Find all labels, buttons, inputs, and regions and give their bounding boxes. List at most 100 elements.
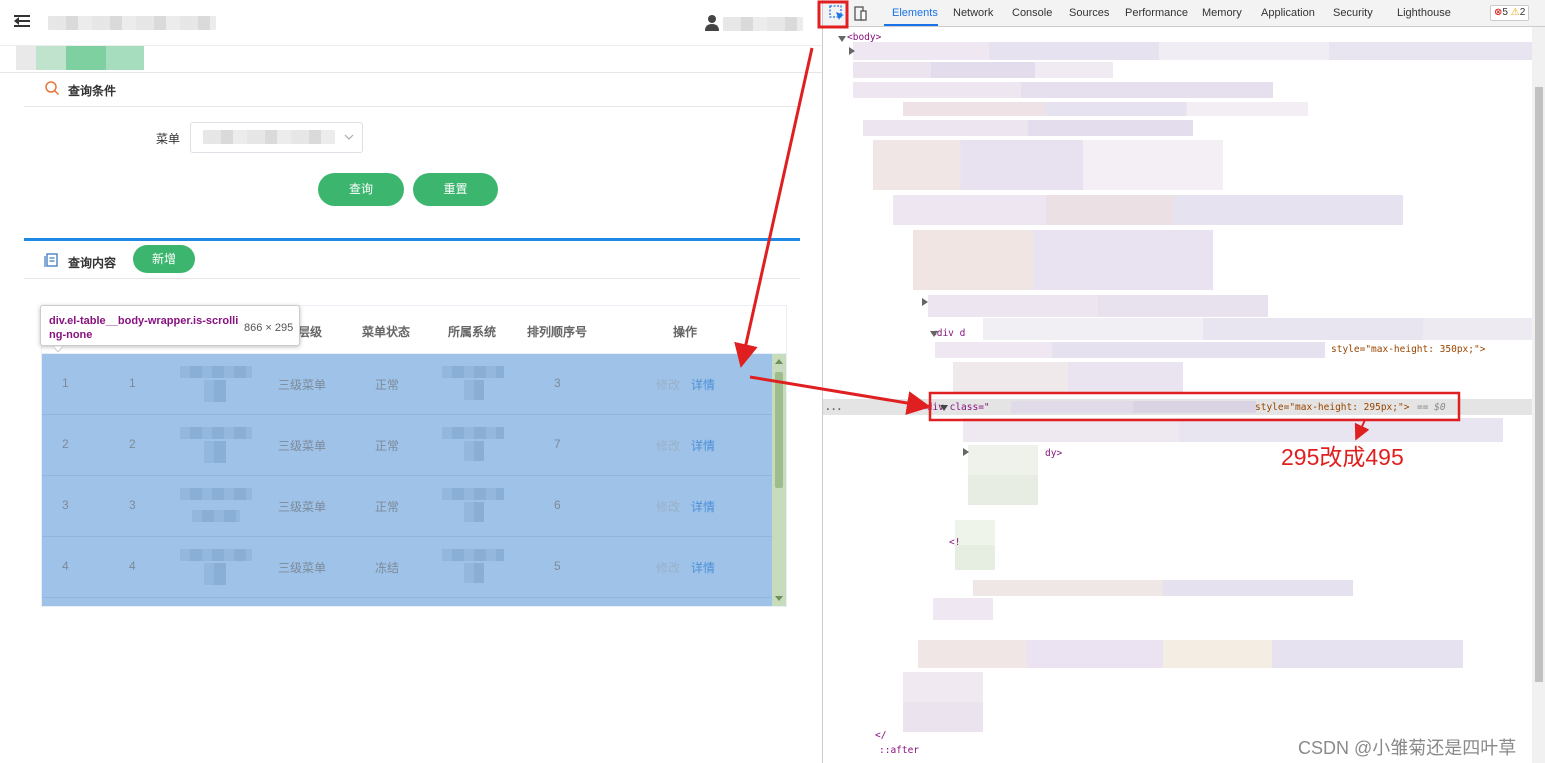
expand-triangle-icon[interactable] (940, 404, 948, 412)
cell-level: 三级菜单 (278, 378, 327, 392)
menu-toggle-icon[interactable] (14, 13, 32, 31)
username-redacted[interactable] (723, 17, 803, 31)
edit-link[interactable]: 修改 (656, 559, 680, 576)
edit-link[interactable]: 修改 (656, 437, 680, 454)
active-tag-redacted[interactable] (16, 46, 144, 70)
tooltip-selector: div.el-table__body-wrapper.is-scrolling-… (49, 315, 239, 341)
tab-security[interactable]: Security (1333, 7, 1373, 19)
code-close-tag[interactable]: </ (875, 730, 886, 741)
expand-triangle-icon[interactable] (838, 35, 846, 43)
menu-select-value-redacted (203, 130, 335, 144)
code-style-350-text: style="max-height: 350px;"> (1331, 344, 1486, 355)
redacted-code (873, 140, 1223, 190)
cell-status: 冻结 (375, 561, 400, 575)
scroll-down-arrow[interactable] (775, 596, 783, 601)
device-toolbar-icon[interactable] (851, 4, 869, 22)
inspect-element-icon[interactable] (828, 4, 846, 22)
tab-network[interactable]: Network (953, 7, 993, 19)
cell-name-redacted (204, 380, 226, 402)
redacted-code (1011, 401, 1256, 413)
detail-link[interactable]: 详情 (691, 498, 715, 515)
collapse-triangle-icon[interactable] (921, 298, 929, 306)
header-level[interactable]: 层级 (298, 323, 322, 340)
scrollbar-thumb[interactable] (775, 372, 783, 488)
table-row: 3 3 三级菜单 正常 6 修改 详情 (42, 476, 774, 537)
section-divider (24, 238, 800, 241)
code-body[interactable]: <body> (847, 32, 881, 43)
user-icon[interactable] (704, 14, 720, 32)
detail-link[interactable]: 详情 (691, 376, 715, 393)
redacted-code (903, 672, 983, 732)
devtools-scrollbar[interactable] (1532, 27, 1545, 763)
code-div-class[interactable]: <div class=" (921, 402, 990, 413)
cell-index: 1 (62, 376, 69, 390)
issues-badge[interactable]: ⊗5 ⚠2 (1490, 5, 1530, 21)
redacted-code (955, 520, 995, 570)
cell-order: 5 (554, 559, 561, 573)
code-dy[interactable]: dy> (1045, 448, 1062, 459)
devtools-scrollbar-thumb[interactable] (1535, 87, 1543, 682)
cell-order: 3 (554, 376, 561, 390)
cell-order: 7 (554, 437, 561, 451)
collapse-triangle-icon[interactable] (962, 448, 970, 456)
tab-application[interactable]: Application (1261, 7, 1315, 19)
cell-status: 正常 (375, 439, 400, 453)
tab-sources[interactable]: Sources (1069, 7, 1109, 19)
table-row: 4 4 三级菜单 冻结 5 修改 详情 (42, 537, 774, 598)
add-button[interactable]: 新增 (133, 245, 195, 273)
cell-id: 3 (129, 498, 136, 512)
header-order[interactable]: 排列顺序号 (527, 323, 587, 340)
code-after[interactable]: ::after (879, 745, 919, 756)
cell-name-redacted (204, 563, 226, 585)
header-actions[interactable]: 操作 (673, 323, 697, 340)
code-dots[interactable]: ... (825, 402, 842, 413)
scroll-up-arrow[interactable] (775, 359, 783, 364)
tab-memory[interactable]: Memory (1202, 7, 1242, 19)
cell-status: 正常 (375, 500, 400, 514)
tooltip-dimensions: 866 × 295 (244, 322, 294, 334)
code-style-350[interactable]: style="max-height: 350px;"> (1331, 344, 1485, 355)
menu-select[interactable] (190, 122, 363, 153)
table-row: 1 1 三级菜单 正常 3 修改 详情 (42, 354, 774, 415)
search-icon (45, 81, 60, 96)
annotation-note: 295改成495 (1281, 444, 1404, 470)
tags-view-bar (0, 46, 822, 73)
header-menu-status[interactable]: 菜单状态 (362, 323, 410, 340)
cell-name-redacted (192, 510, 240, 522)
cell-level: 三级菜单 (278, 500, 327, 514)
tab-console[interactable]: Console (1012, 7, 1052, 19)
code-style-295[interactable]: style="max-height: 295px;"> (1255, 402, 1409, 413)
code-comment[interactable]: <! (949, 537, 960, 548)
redacted-code (893, 195, 1403, 225)
data-table: 层级 菜单状态 所属系统 排列顺序号 操作 1 1 三级菜单 正常 3 修改 详… (41, 305, 788, 607)
inspector-tooltip: div.el-table__body-wrapper.is-scrolling-… (40, 305, 300, 352)
redacted-code (853, 42, 1533, 60)
redacted-code (903, 102, 1308, 116)
table-scrollbar[interactable] (772, 354, 786, 606)
edit-link[interactable]: 修改 (656, 376, 680, 393)
search-button[interactable]: 查询 (318, 173, 404, 206)
top-navbar (0, 0, 822, 46)
reset-button[interactable]: 重置 (413, 173, 498, 206)
cell-system-redacted (442, 549, 504, 561)
tab-performance[interactable]: Performance (1125, 7, 1188, 19)
detail-link[interactable]: 详情 (691, 437, 715, 454)
web-app: 查询条件 菜单 查询 重置 查询内容 新增 层级 菜单状态 所属系统 排列顺序号… (0, 0, 822, 763)
csdn-watermark: CSDN @小雏菊还是四叶草 (1298, 738, 1517, 758)
expand-triangle-icon[interactable] (930, 330, 938, 338)
tab-elements[interactable]: Elements (892, 7, 938, 19)
redacted-code (968, 445, 1038, 505)
collapse-triangle-icon[interactable] (848, 47, 856, 55)
edit-link[interactable]: 修改 (656, 498, 680, 515)
redacted-code (853, 82, 1273, 98)
redacted-code (863, 120, 1193, 136)
redacted-code (973, 580, 1353, 596)
warning-icon: ⚠ (1510, 7, 1520, 18)
cell-index: 2 (62, 437, 69, 451)
detail-link[interactable]: 详情 (691, 559, 715, 576)
warning-count: 2 (1519, 7, 1526, 18)
header-system[interactable]: 所属系统 (448, 323, 496, 340)
error-count: 5 (1502, 7, 1508, 18)
tab-lighthouse[interactable]: Lighthouse (1397, 7, 1451, 19)
cell-index: 4 (62, 559, 69, 573)
